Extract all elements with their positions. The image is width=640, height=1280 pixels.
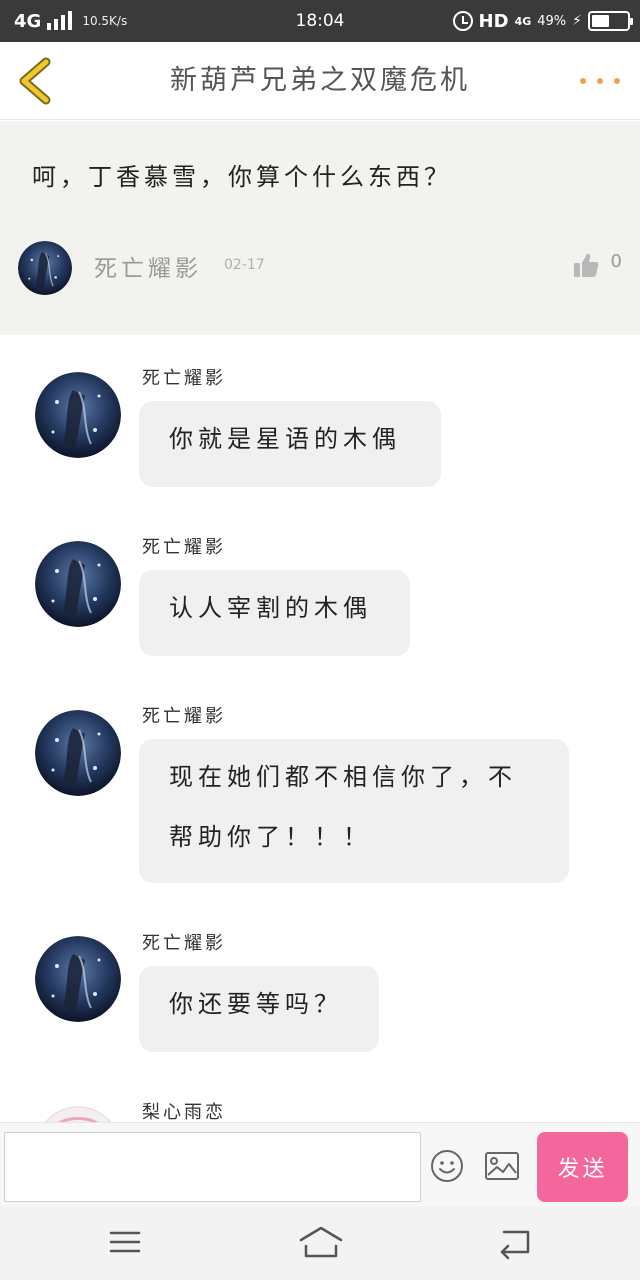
message-author[interactable]: 死亡耀影 [142,364,226,390]
message-bubble[interactable]: 你就是星语的木偶 [139,401,441,487]
message-bubble[interactable]: 认人宰割的木偶 [139,570,410,656]
thumbs-up-icon [574,253,599,277]
input-bar: 发送 [0,1122,640,1206]
more-dot [614,78,620,84]
back-nav-button[interactable] [494,1224,534,1260]
charging-icon: ⚡ [572,13,582,29]
battery-percent: 49% [537,13,567,29]
like-button[interactable] [572,251,600,279]
page-title: 新葫芦兄弟之双魔危机 [170,65,470,96]
avatar[interactable] [35,541,121,627]
more-dot [597,78,603,84]
message-line: 帮助你了！！！ [169,823,372,851]
avatar-image [18,241,72,295]
network-type-secondary: 4G [514,14,532,28]
more-dot [580,78,586,84]
post-author[interactable]: 死亡耀影 [94,249,202,283]
message-line: 现在她们都不相信你了，不 [169,763,517,791]
hd-indicator: HD [478,10,509,32]
avatar[interactable] [35,1106,121,1122]
back-button[interactable] [14,56,56,106]
home-button[interactable] [298,1224,344,1260]
battery-icon [588,11,633,31]
message-line: 认人宰割的木偶 [169,594,372,622]
avatar-image [44,1106,112,1122]
avatar[interactable] [35,710,121,796]
post-date: 02-17 [224,257,265,273]
message-author[interactable]: 死亡耀影 [142,929,226,955]
like-count: 0 [610,251,622,272]
image-icon [485,1152,519,1180]
avatar-image [35,710,121,796]
chevron-left-icon [19,57,51,105]
avatar-image [35,936,121,1022]
send-button[interactable]: 发送 [537,1132,628,1202]
battery-level [592,15,609,27]
emoji-button[interactable] [430,1149,464,1183]
message-bubble[interactable]: 现在她们都不相信你了，不 帮助你了！！！ [139,739,569,883]
emoji-icon [431,1150,463,1182]
message-bubble[interactable]: 你还要等吗？ [139,966,379,1052]
post-text: 呵，丁香慕雪，你算个什么东西？ [32,163,452,191]
message-input[interactable] [4,1132,421,1202]
more-button[interactable] [580,66,620,96]
message-author[interactable]: 死亡耀影 [142,702,226,728]
back-nav-icon [500,1230,530,1260]
avatar[interactable] [35,936,121,1022]
status-bar: 4G 10.5K/s 18:04 HD 4G 49% ⚡ [0,0,640,42]
home-icon [299,1226,343,1258]
system-nav-bar [0,1206,640,1280]
message-line: 你就是星语的木偶 [169,425,401,453]
menu-icon [109,1231,141,1253]
app-header: 新葫芦兄弟之双魔危机 [0,42,640,120]
message-list[interactable]: 死亡耀影 你就是星语的木偶 死亡耀影 认人宰割的木偶 死亡耀影 现在她们都不相信… [0,336,640,1122]
message-author[interactable]: 梨心雨恋 [142,1098,226,1122]
alarm-icon [452,11,473,31]
avatar-image [35,372,121,458]
avatar[interactable] [35,372,121,458]
menu-button[interactable] [105,1224,145,1260]
message-line: 你还要等吗？ [169,990,343,1018]
original-post: 呵，丁香慕雪，你算个什么东西？ 死亡耀影 02-17 0 [0,121,640,335]
message-author[interactable]: 死亡耀影 [142,533,226,559]
image-button[interactable] [484,1151,520,1181]
status-right: HD 4G 49% ⚡ [452,0,633,42]
avatar[interactable] [18,241,72,295]
avatar-image [35,541,121,627]
